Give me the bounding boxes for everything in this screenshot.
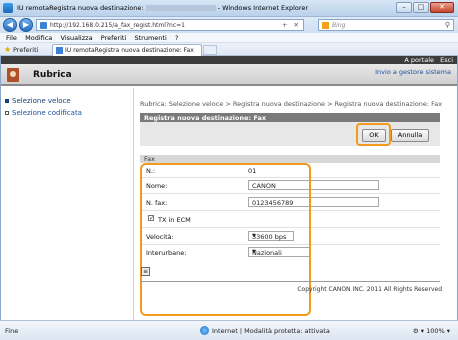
portal-link[interactable]: A portale	[404, 56, 434, 64]
window-title-bar: IU remotaRegistra nuova destinazione: - …	[0, 0, 458, 17]
ok-button[interactable]: OK	[362, 129, 386, 142]
address-bar[interactable]: http://192.168.0.215/a_fax_regist.html?n…	[36, 19, 304, 31]
status-bar: Fine Internet | Modalità protetta: attiv…	[0, 320, 458, 340]
sidebar: Selezione veloce Selezione codificata	[1, 88, 134, 320]
window-title-suffix: - Windows Internet Explorer	[217, 4, 309, 12]
window-title: IU remotaRegistra nuova destinazione: - …	[17, 4, 308, 12]
web-content: A portale Esci Rubrica Invio a gestore s…	[0, 56, 458, 320]
minimize-button[interactable]: –	[396, 2, 412, 13]
send-to-admin-link[interactable]: Invio a gestore sistema	[375, 68, 451, 76]
go-to-top-icon[interactable]: ≡	[141, 267, 150, 276]
favorites-bar: ★ Preferiti IU remotaRegistra nuova dest…	[0, 43, 458, 56]
browser-tab[interactable]: IU remotaRegistra nuova destinazione: Fa…	[52, 44, 202, 56]
magnifier-icon[interactable]: ⚲	[445, 21, 450, 29]
menu-file[interactable]: File	[6, 34, 17, 42]
status-text: Fine	[5, 327, 19, 335]
close-button[interactable]: ✕	[430, 2, 454, 13]
menu-visualizza[interactable]: Visualizza	[61, 34, 93, 42]
globe-icon	[200, 326, 209, 335]
star-icon[interactable]: ★	[4, 45, 11, 54]
menu-preferiti[interactable]: Preferiti	[101, 34, 126, 42]
copyright: Copyright CANON INC. 2011 All Rights Res…	[297, 286, 442, 293]
search-placeholder: Bing	[332, 22, 346, 29]
menu-modifica[interactable]: Modifica	[25, 34, 52, 42]
tab-favicon	[56, 47, 63, 54]
window-title-text: IU remotaRegistra nuova destinazione:	[17, 4, 146, 12]
site-top-bar: A portale Esci	[1, 56, 457, 64]
search-box[interactable]: Bing ⚲	[318, 19, 454, 31]
menu-help[interactable]: ?	[175, 34, 178, 42]
fax-section-header: Fax	[140, 155, 440, 163]
zoom-control[interactable]: ⚙ ▾ 100% ▾	[413, 327, 450, 335]
footer-divider	[140, 281, 440, 282]
blurred-text	[145, 5, 216, 11]
form-highlight	[140, 163, 311, 316]
bullet-icon	[5, 99, 9, 103]
site-header: Rubrica Invio a gestore sistema	[1, 64, 457, 86]
page-title: Rubrica	[33, 70, 72, 80]
new-tab-button[interactable]	[203, 45, 217, 55]
tab-title: IU remotaRegistra nuova destinazione: Fa…	[65, 47, 194, 54]
maximize-button[interactable]: □	[413, 2, 429, 13]
panel-title: Registra nuova destinazione: Fax	[144, 114, 267, 122]
sidebar-item-selezione-veloce[interactable]: Selezione veloce	[5, 97, 71, 105]
sidebar-item-selezione-codificata[interactable]: Selezione codificata	[5, 109, 82, 117]
address-book-icon	[7, 68, 19, 82]
page-favicon	[40, 22, 47, 29]
bing-icon	[322, 22, 329, 29]
bullet-icon	[5, 111, 9, 115]
refresh-stop-icons[interactable]: + ✕	[282, 21, 301, 29]
menu-bar: File Modifica Visualizza Preferiti Strum…	[0, 33, 458, 43]
panel-header: Registra nuova destinazione: Fax	[140, 113, 440, 122]
forward-icon[interactable]: ▶	[19, 18, 33, 32]
cancel-button[interactable]: Annulla	[391, 129, 429, 142]
sidebar-item-label: Selezione veloce	[12, 97, 71, 105]
menu-strumenti[interactable]: Strumenti	[135, 34, 167, 42]
ie-icon	[3, 3, 13, 13]
exit-link[interactable]: Esci	[440, 56, 453, 64]
zoom-value: 100%	[426, 327, 445, 335]
back-icon[interactable]: ◀	[3, 18, 17, 32]
breadcrumb: Rubrica: Selezione veloce > Registra nuo…	[140, 100, 443, 108]
sidebar-item-label: Selezione codificata	[12, 109, 82, 117]
url-text: http://192.168.0.215/a_fax_regist.html?n…	[50, 22, 185, 29]
security-zone[interactable]: Internet | Modalità protetta: attivata	[212, 327, 330, 335]
address-row: ◀ ▶ http://192.168.0.215/a_fax_regist.ht…	[0, 17, 458, 33]
favorites-label[interactable]: Preferiti	[13, 46, 38, 54]
fax-section-title: Fax	[144, 155, 155, 163]
